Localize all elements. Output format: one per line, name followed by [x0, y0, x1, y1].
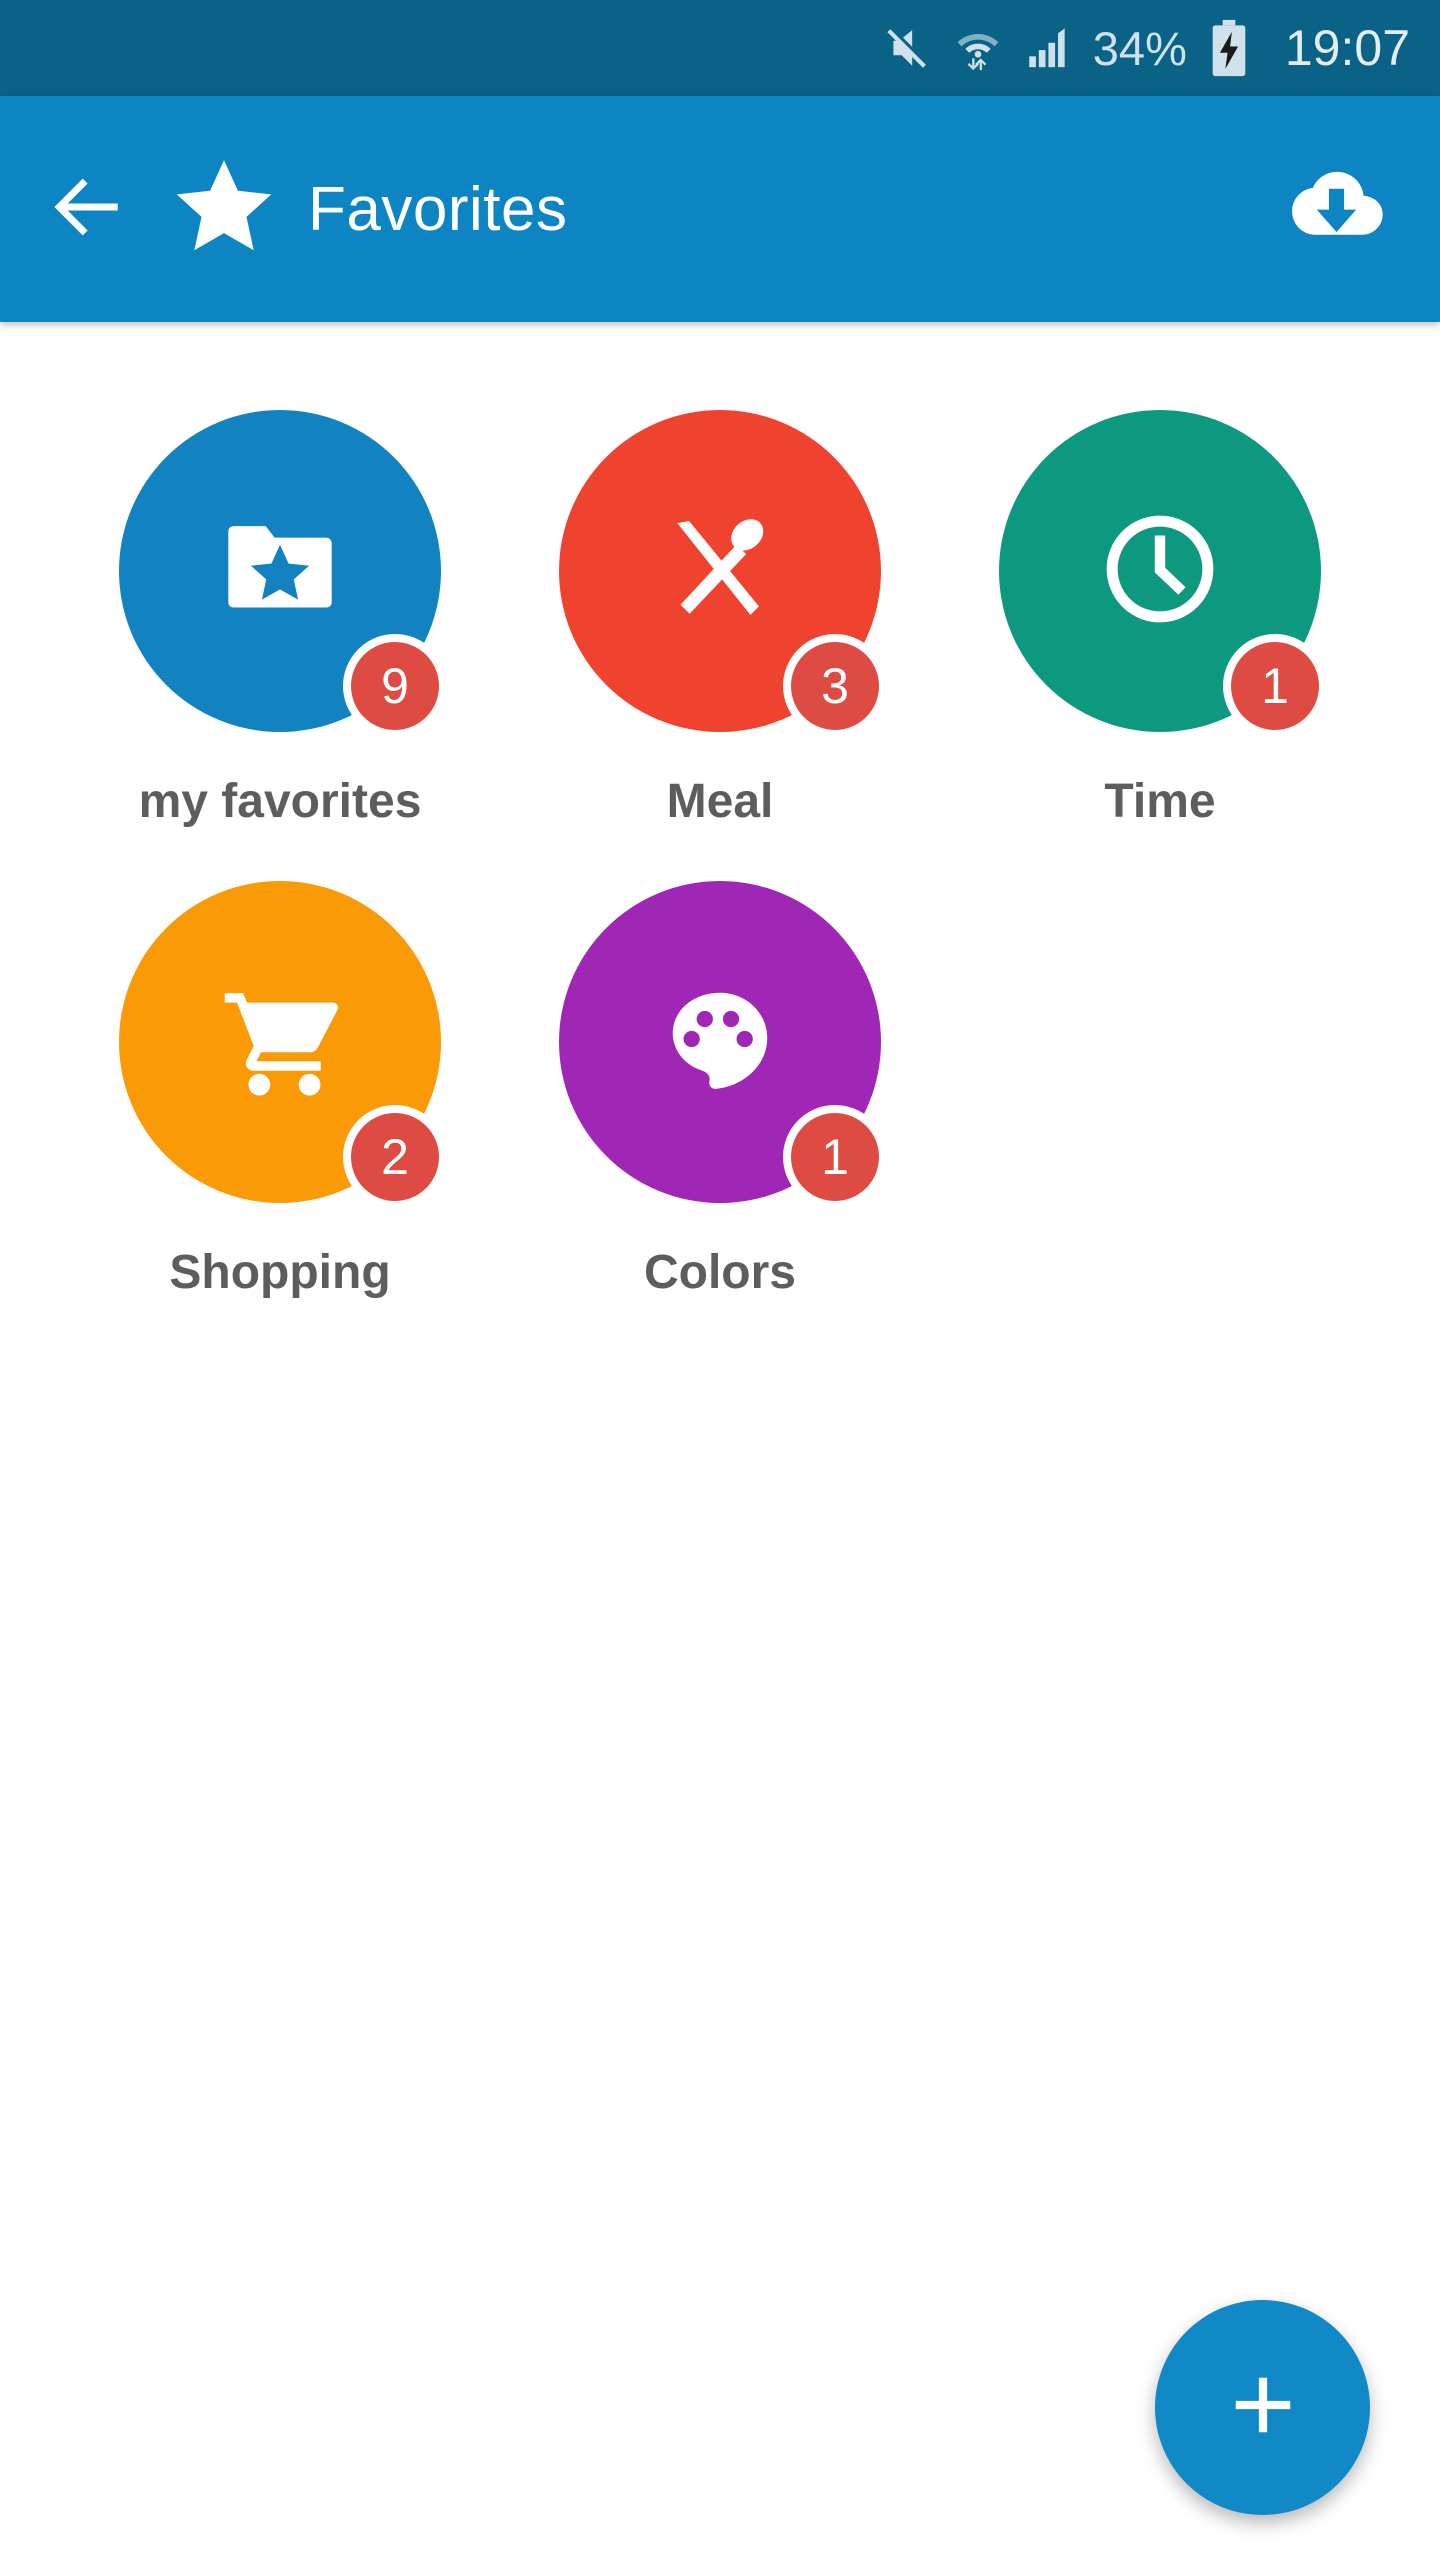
battery-percent-label: 34% [1092, 21, 1187, 75]
content-area: 9 my favorites 3 Meal 1 Time 2 Shopping … [0, 322, 1440, 2560]
status-badge: 9 [343, 634, 447, 738]
tile-label: my favorites [138, 775, 422, 828]
clock-icon [1094, 503, 1226, 640]
status-badge: 2 [343, 1105, 447, 1209]
download-button[interactable] [1270, 144, 1400, 274]
favorites-grid: 9 my favorites 3 Meal 1 Time 2 Shopping … [0, 322, 1440, 1300]
tile-label: Colors [643, 1246, 796, 1299]
battery-charging-icon [1207, 19, 1251, 77]
grid-tile-meal[interactable]: 3 Meal [500, 410, 940, 829]
phone-screen: 34% 19:07 Favorites 9 my favorites 3 Mea… [0, 0, 1440, 2560]
cellular-signal-icon [1023, 23, 1073, 73]
grid-tile-time[interactable]: 1 Time [940, 410, 1380, 829]
star-icon [170, 153, 278, 266]
status-badge: 1 [1223, 634, 1327, 738]
tile-label: Shopping [169, 1246, 391, 1299]
badge-count: 9 [381, 658, 409, 714]
back-arrow-icon [46, 165, 130, 254]
shopping-cart-icon [213, 973, 347, 1112]
badge-count: 1 [821, 1129, 849, 1185]
mute-icon [883, 23, 933, 73]
badge-count: 1 [1261, 658, 1289, 714]
tile-icon-wrap: 1 [559, 881, 887, 1209]
tile-icon-wrap: 1 [999, 410, 1327, 738]
status-bar-icons: 34% 19:07 [883, 19, 1410, 77]
status-bar: 34% 19:07 [0, 0, 1440, 96]
folder-star-icon [214, 503, 346, 640]
grid-tile-my-favorites[interactable]: 9 my favorites [60, 410, 500, 829]
grid-tile-shopping[interactable]: 2 Shopping [60, 881, 500, 1300]
status-badge: 3 [783, 634, 887, 738]
app-bar: Favorites [0, 96, 1440, 322]
palette-icon [657, 977, 783, 1108]
grid-tile-colors[interactable]: 1 Colors [500, 881, 940, 1300]
tile-icon-wrap: 2 [119, 881, 447, 1209]
cloud-download-icon [1283, 155, 1387, 264]
favorites-star-logo [170, 153, 278, 266]
tile-label: Time [1104, 775, 1216, 828]
back-button[interactable] [28, 149, 148, 269]
badge-count: 2 [381, 1129, 409, 1185]
tile-label: Meal [666, 775, 774, 828]
status-badge: 1 [783, 1105, 887, 1209]
cutlery-icon [656, 505, 784, 638]
add-favorite-fab[interactable] [1155, 2300, 1370, 2515]
plus-icon [1225, 2367, 1301, 2448]
tile-icon-wrap: 9 [119, 410, 447, 738]
page-title: Favorites [308, 174, 568, 244]
tile-icon-wrap: 3 [559, 410, 887, 738]
wifi-icon [953, 23, 1003, 73]
clock-label: 19:07 [1284, 20, 1410, 76]
badge-count: 3 [821, 658, 849, 714]
